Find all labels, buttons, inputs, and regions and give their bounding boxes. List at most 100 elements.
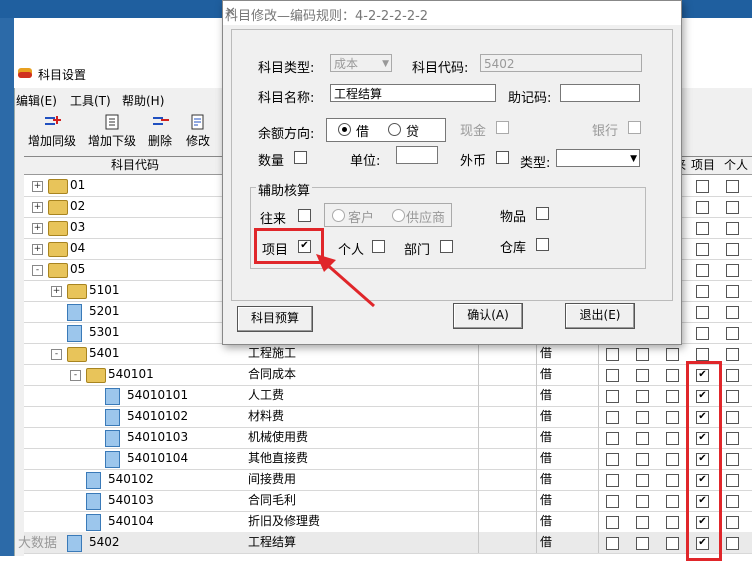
goods-checkbox[interactable] [536,207,549,220]
edit-button[interactable]: 修改 [168,114,228,154]
row-checkbox[interactable] [696,348,709,361]
row-checkbox[interactable] [726,306,739,319]
menu-help[interactable]: 帮助(H) [122,92,164,109]
row-checkbox[interactable] [606,411,619,424]
row-checkbox[interactable] [726,474,739,487]
row-checkbox[interactable] [666,369,679,382]
row-checkbox[interactable] [666,432,679,445]
expand-icon[interactable]: + [32,181,43,192]
debit-radio[interactable] [338,123,351,136]
row-checkbox[interactable] [696,243,709,256]
col-header-project[interactable]: 项目 [686,157,721,175]
row-checkbox[interactable] [666,453,679,466]
row-checkbox[interactable] [636,516,649,529]
row-checkbox[interactable] [726,453,739,466]
row-checkbox[interactable] [726,327,739,340]
table-row[interactable]: -540101 合同成本借 ✔ [24,364,752,386]
col-header-code[interactable]: 科目代码 [24,157,247,175]
table-row[interactable]: 54010103 机械使用费借 ✔ [24,427,752,449]
row-checkbox[interactable] [666,390,679,403]
expand-icon[interactable]: + [32,223,43,234]
row-checkbox[interactable] [726,432,739,445]
row-checkbox[interactable] [636,432,649,445]
unit-field[interactable] [396,146,438,164]
row-checkbox[interactable] [726,369,739,382]
table-row[interactable]: 540103 合同毛利借 ✔ [24,490,752,512]
credit-radio[interactable] [388,123,401,136]
row-checkbox[interactable] [696,201,709,214]
row-checkbox[interactable] [726,264,739,277]
name-field[interactable]: 工程结算 [330,84,496,102]
menu-edit[interactable]: 编辑(E) [16,92,57,109]
row-checkbox[interactable] [666,474,679,487]
warehouse-checkbox[interactable] [536,238,549,251]
add-sibling-button[interactable]: 增加同级 [22,114,82,154]
close-icon[interactable]: ✕ [225,5,673,20]
row-checkbox[interactable] [606,474,619,487]
menu-tools[interactable]: 工具(T) [70,92,111,109]
row-name: 合同成本 [248,364,479,385]
budget-button[interactable]: 科目预算 [237,306,313,332]
row-checkbox[interactable] [696,264,709,277]
table-row[interactable]: 54010104 其他直接费借 ✔ [24,448,752,470]
expand-icon[interactable]: + [51,286,62,297]
row-checkbox[interactable] [636,495,649,508]
row-checkbox[interactable] [606,369,619,382]
row-checkbox[interactable] [726,180,739,193]
table-row[interactable]: 5402 工程结算借 ✔ [24,532,752,554]
quantity-checkbox[interactable] [294,151,307,164]
row-checkbox[interactable] [636,411,649,424]
row-checkbox[interactable] [666,495,679,508]
row-checkbox[interactable] [606,390,619,403]
row-checkbox[interactable] [636,537,649,550]
row-checkbox[interactable] [666,411,679,424]
row-checkbox[interactable] [696,327,709,340]
table-row[interactable]: - 5401 工程施工 借 [24,343,752,365]
row-checkbox[interactable] [636,369,649,382]
expand-icon[interactable]: + [32,244,43,255]
row-checkbox[interactable] [726,243,739,256]
row-checkbox[interactable] [726,201,739,214]
row-checkbox[interactable] [606,453,619,466]
row-checkbox[interactable] [726,537,739,550]
exit-button[interactable]: 退出(E) [565,303,635,329]
table-row[interactable]: 540104 折旧及修理费借 ✔ [24,511,752,533]
row-checkbox[interactable] [726,516,739,529]
row-checkbox[interactable] [696,180,709,193]
table-row[interactable]: 54010101 人工费借 ✔ [24,385,752,407]
row-checkbox[interactable] [726,285,739,298]
row-checkbox[interactable] [726,348,739,361]
row-checkbox[interactable] [696,285,709,298]
collapse-icon[interactable]: - [51,349,62,360]
row-checkbox[interactable] [606,348,619,361]
row-checkbox[interactable] [636,474,649,487]
forex-checkbox[interactable] [496,151,509,164]
row-checkbox[interactable] [666,537,679,550]
row-checkbox[interactable] [666,348,679,361]
collapse-icon[interactable]: - [70,370,81,381]
row-checkbox[interactable] [726,222,739,235]
row-checkbox[interactable] [606,432,619,445]
wanglai-checkbox[interactable] [298,209,311,222]
row-checkbox[interactable] [606,516,619,529]
table-row[interactable]: 54010102 材料费借 ✔ [24,406,752,428]
row-checkbox[interactable] [636,453,649,466]
row-checkbox[interactable] [726,495,739,508]
collapse-icon[interactable]: - [32,265,43,276]
confirm-button[interactable]: 确认(A) [453,303,523,329]
row-checkbox[interactable] [636,348,649,361]
row-checkbox[interactable] [726,411,739,424]
memo-field[interactable] [560,84,640,102]
table-row[interactable]: 540102 间接费用借 ✔ [24,469,752,491]
row-checkbox[interactable] [696,306,709,319]
department-checkbox[interactable] [440,240,453,253]
row-checkbox[interactable] [696,222,709,235]
row-checkbox[interactable] [636,390,649,403]
expand-icon[interactable]: + [32,202,43,213]
row-checkbox[interactable] [666,516,679,529]
row-checkbox[interactable] [606,537,619,550]
col-header-personal[interactable]: 个人 [720,157,752,175]
kind-select[interactable]: ▼ [556,149,640,167]
row-checkbox[interactable] [606,495,619,508]
row-checkbox[interactable] [726,390,739,403]
